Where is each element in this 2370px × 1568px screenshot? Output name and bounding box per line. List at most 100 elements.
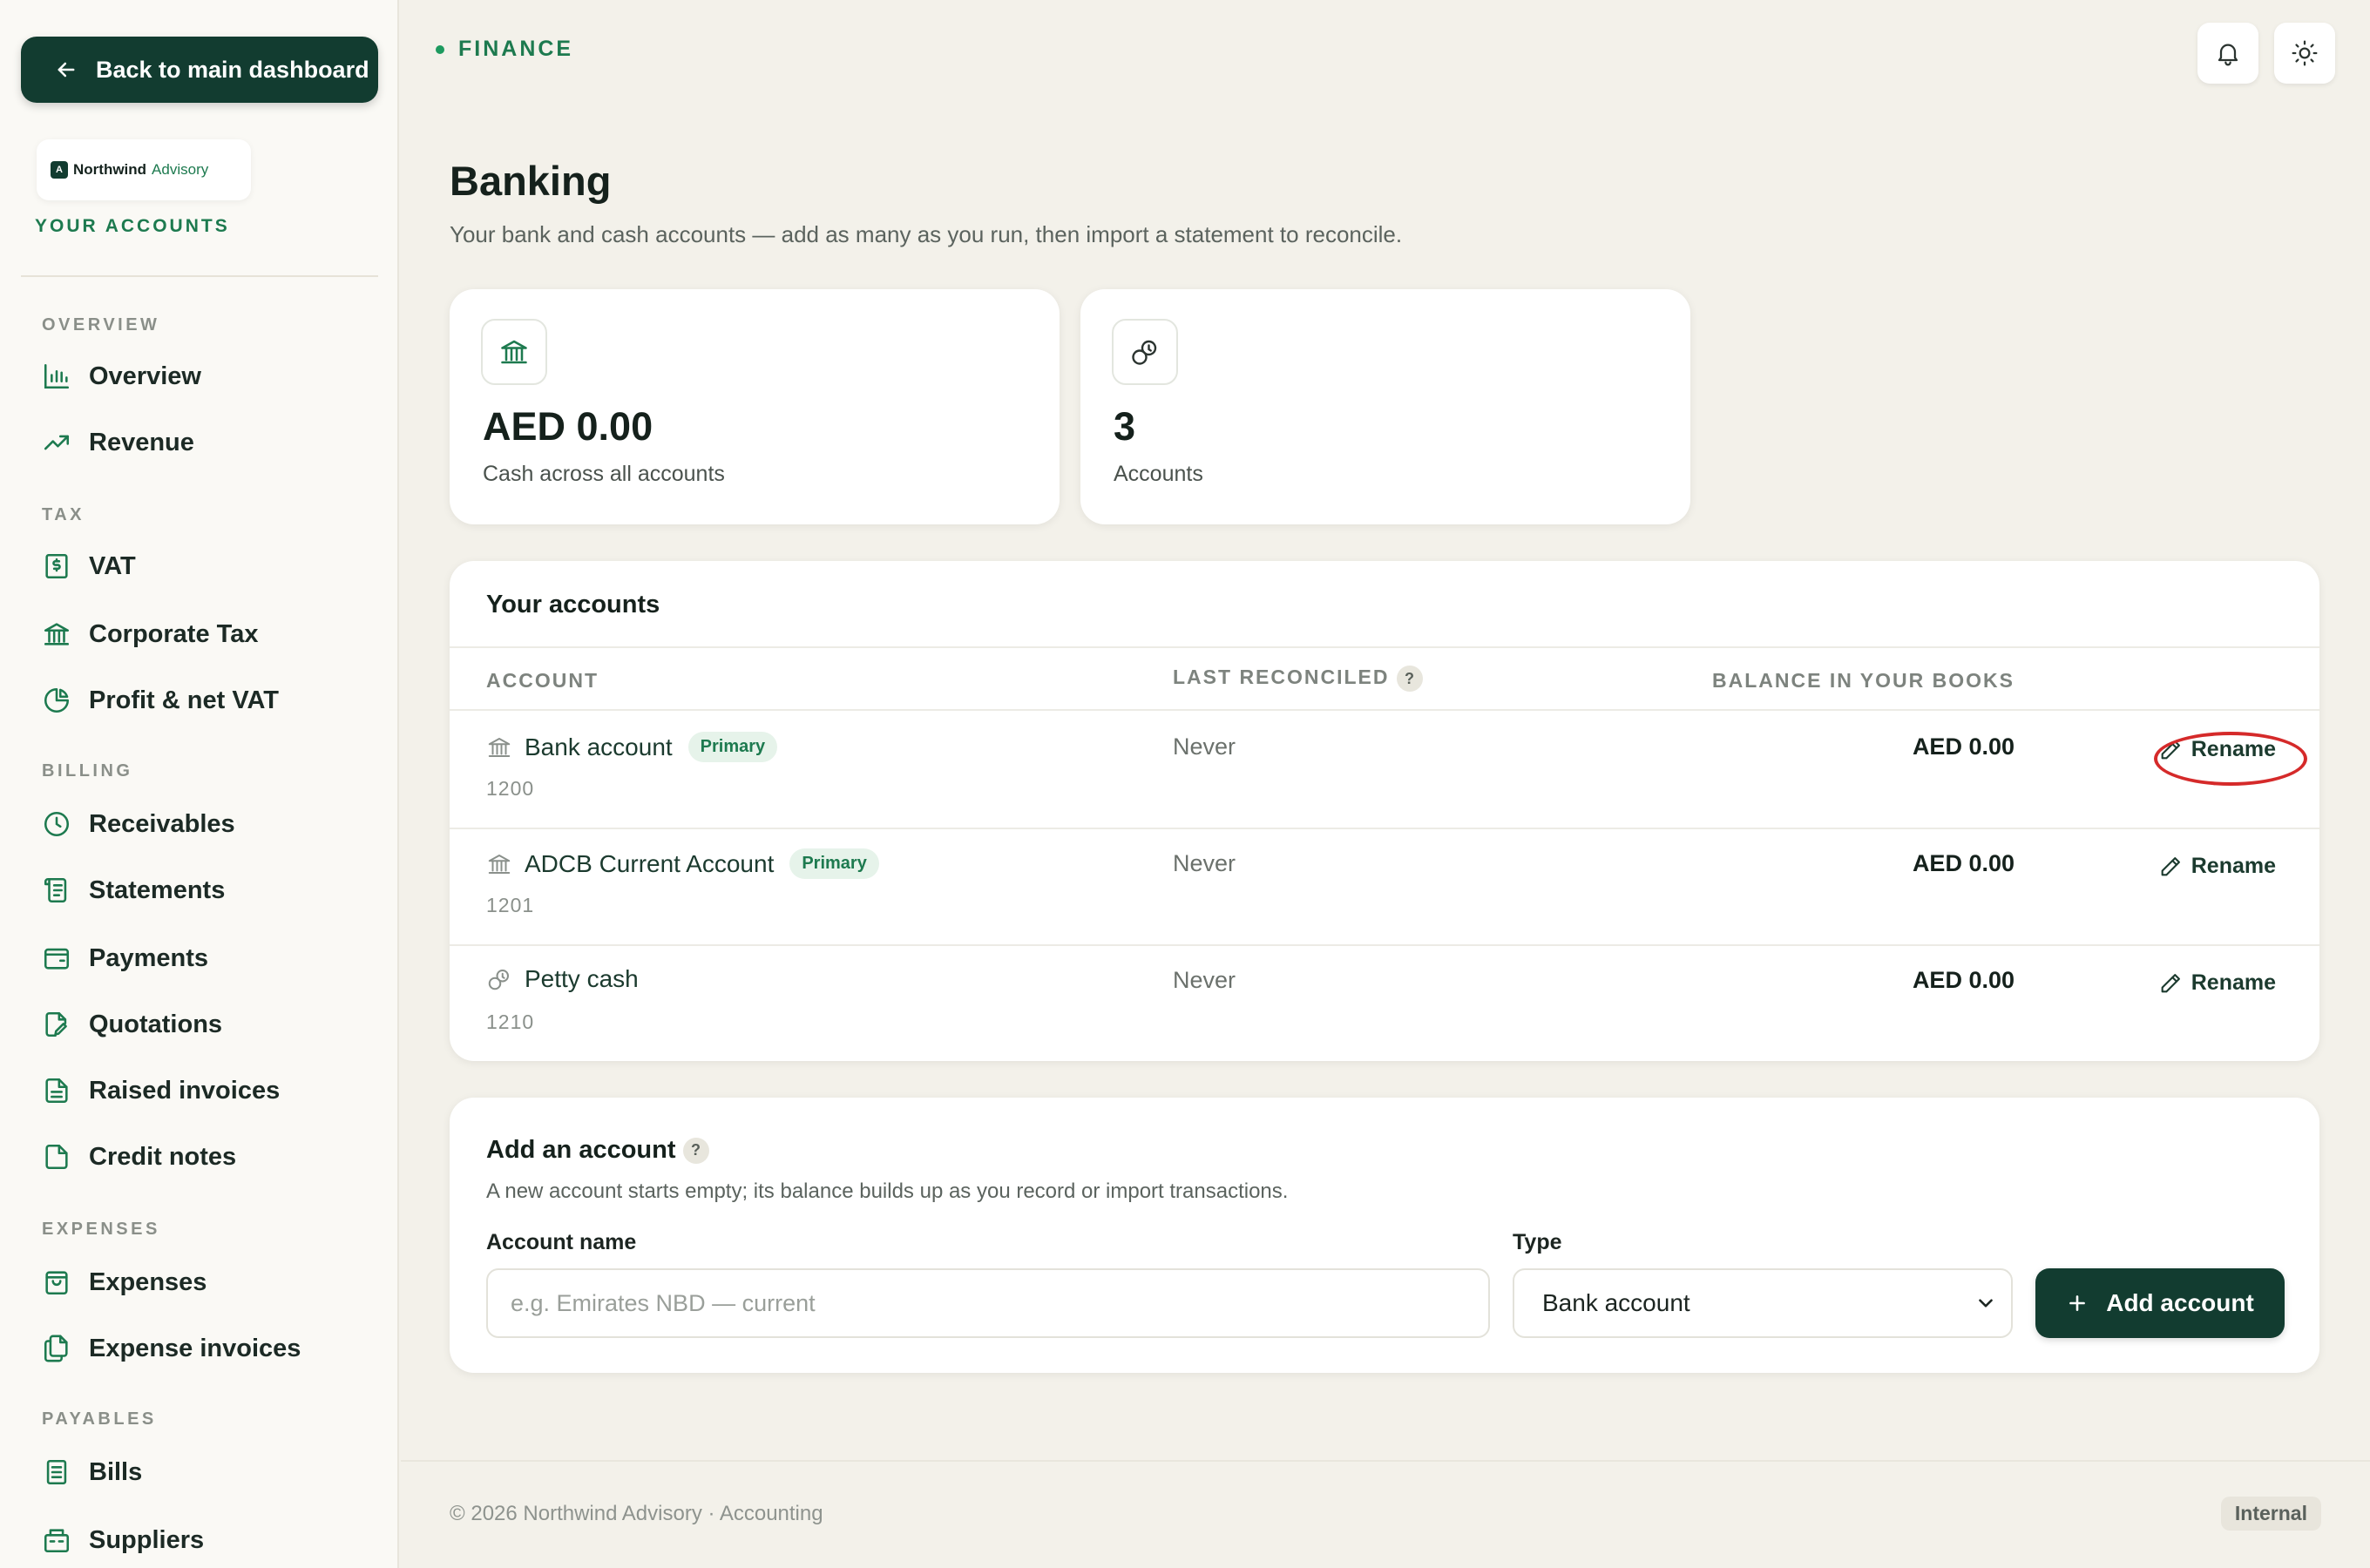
pencil-icon: [2158, 855, 2183, 879]
file-icon: [42, 1142, 71, 1172]
receipt-icon: [42, 1457, 71, 1487]
account-name-input[interactable]: [486, 1268, 1490, 1338]
back-button-label: Back to main dashboard: [96, 56, 369, 83]
bank-icon: [486, 851, 512, 877]
pencil-icon: [2158, 738, 2183, 762]
sidebar-item-corporate-tax[interactable]: Corporate Tax: [42, 612, 258, 657]
accounts-count-label: Accounts: [1114, 462, 1203, 486]
add-account-description: A new account starts empty; its balance …: [486, 1179, 1289, 1203]
cash-total-label: Cash across all accounts: [483, 462, 725, 486]
sidebar-item-bills[interactable]: Bills: [42, 1450, 142, 1495]
sidebar-item-overview[interactable]: Overview: [42, 354, 201, 399]
account-name-cell: Bank account Primary: [486, 732, 778, 762]
help-icon[interactable]: ?: [1396, 666, 1423, 692]
rename-label: Rename: [2191, 854, 2276, 878]
theme-toggle-button[interactable]: [2274, 23, 2335, 84]
account-code: 1210: [486, 1010, 535, 1033]
sidebar-divider: [21, 275, 378, 277]
sidebar-item-credit-notes[interactable]: Credit notes: [42, 1134, 236, 1179]
accounts-table-card: Your accounts ACCOUNT LAST RECONCILED? B…: [450, 561, 2319, 1061]
section-overview: OVERVIEW: [42, 315, 160, 335]
sidebar-item-label: Expenses: [89, 1267, 207, 1296]
bank-icon: [42, 619, 71, 649]
account-name[interactable]: ADCB Current Account: [525, 850, 774, 878]
sidebar-item-receivables[interactable]: Receivables: [42, 801, 235, 847]
scroll-icon: [42, 875, 71, 905]
sidebar-item-label: Suppliers: [89, 1525, 205, 1554]
add-account-button[interactable]: Add account: [2035, 1268, 2285, 1338]
last-reconciled-value: Never: [1173, 967, 1236, 993]
account-type-select[interactable]: Bank account: [1513, 1268, 2013, 1338]
sidebar-item-label: Bills: [89, 1457, 143, 1486]
sidebar-item-statements[interactable]: Statements: [42, 868, 225, 913]
chevron-down-icon: [1974, 1292, 1997, 1315]
building-icon: [42, 1525, 71, 1555]
sidebar-item-suppliers[interactable]: Suppliers: [42, 1517, 204, 1563]
table-row: Petty cash 1210 Never AED 0.00 Rename: [450, 944, 2319, 1061]
type-label: Type: [1513, 1230, 1562, 1254]
accounts-stat-card: 3 Accounts: [1080, 289, 1690, 524]
breadcrumb-label: FINANCE: [458, 37, 574, 61]
brand-name: Northwind: [73, 161, 147, 178]
help-icon[interactable]: ?: [682, 1137, 709, 1164]
sidebar-item-vat[interactable]: VAT: [42, 544, 136, 589]
sidebar-item-payments[interactable]: Payments: [42, 936, 208, 981]
sidebar-item-label: Revenue: [89, 428, 194, 456]
sidebar-item-raised-invoices[interactable]: Raised invoices: [42, 1068, 280, 1113]
column-header-last-reconciled: LAST RECONCILED?: [1173, 666, 1423, 692]
sidebar-item-label: Receivables: [89, 809, 235, 838]
column-header-account: ACCOUNT: [486, 669, 599, 692]
sidebar-item-label: Profit & net VAT: [89, 686, 280, 714]
arrow-left-icon: [54, 57, 78, 82]
account-code: 1200: [486, 777, 535, 800]
table-row: ADCB Current Account Primary 1201 Never …: [450, 828, 2319, 944]
primary-badge: Primary: [789, 848, 879, 879]
section-payables: PAYABLES: [42, 1409, 157, 1429]
last-reconciled-value: Never: [1173, 850, 1236, 876]
accounts-count-value: 3: [1114, 404, 1136, 449]
rename-button[interactable]: Rename: [2150, 732, 2285, 767]
pie-chart-icon: [42, 686, 71, 715]
account-name[interactable]: Petty cash: [525, 965, 639, 993]
accounts-table-title: Your accounts: [486, 591, 660, 618]
footer-copyright: © 2026 Northwind Advisory · Accounting: [450, 1502, 823, 1525]
sidebar-item-profit-net-vat[interactable]: Profit & net VAT: [42, 678, 279, 723]
plus-icon: [2066, 1292, 2089, 1315]
sidebar-item-revenue[interactable]: Revenue: [42, 420, 194, 465]
sidebar-item-label: Credit notes: [89, 1142, 237, 1171]
rename-button[interactable]: Rename: [2150, 965, 2285, 1001]
sidebar-item-label: Expense invoices: [89, 1334, 301, 1362]
rename-label: Rename: [2191, 970, 2276, 995]
file-edit-icon: [42, 1010, 71, 1039]
trending-up-icon: [42, 428, 71, 457]
account-name[interactable]: Bank account: [525, 733, 673, 761]
wallet-icon: [42, 943, 71, 973]
sidebar-item-quotations[interactable]: Quotations: [42, 1002, 222, 1047]
add-account-button-label: Add account: [2106, 1289, 2254, 1316]
table-row: Bank account Primary 1200 Never AED 0.00…: [450, 711, 2319, 828]
section-expenses: EXPENSES: [42, 1220, 160, 1239]
cash-stat-card: AED 0.00 Cash across all accounts: [450, 289, 1060, 524]
breadcrumb: FINANCE: [436, 37, 573, 62]
bank-icon: [486, 734, 512, 760]
brand-suffix: Advisory: [152, 161, 209, 178]
notifications-button[interactable]: [2197, 23, 2258, 84]
internal-badge: Internal: [2220, 1497, 2321, 1531]
bar-chart-icon: [42, 362, 71, 391]
sidebar-item-label: Statements: [89, 875, 226, 904]
balance-value: AED 0.00: [1912, 733, 2014, 760]
balance-value: AED 0.00: [1912, 967, 2014, 993]
files-icon: [42, 1334, 71, 1363]
back-to-dashboard-button[interactable]: Back to main dashboard: [21, 37, 378, 103]
sun-icon: [2291, 39, 2319, 67]
section-billing: BILLING: [42, 761, 133, 781]
sidebar-item-expenses[interactable]: Expenses: [42, 1260, 207, 1305]
brand-mark: A: [51, 161, 68, 179]
balance-value: AED 0.00: [1912, 850, 2014, 876]
section-tax: TAX: [42, 505, 85, 524]
breadcrumb-dot: [436, 44, 444, 54]
receipt-dollar-icon: [42, 551, 71, 581]
rename-button[interactable]: Rename: [2150, 848, 2285, 884]
sidebar-item-expense-invoices[interactable]: Expense invoices: [42, 1326, 301, 1371]
sidebar-item-label: Quotations: [89, 1010, 223, 1038]
